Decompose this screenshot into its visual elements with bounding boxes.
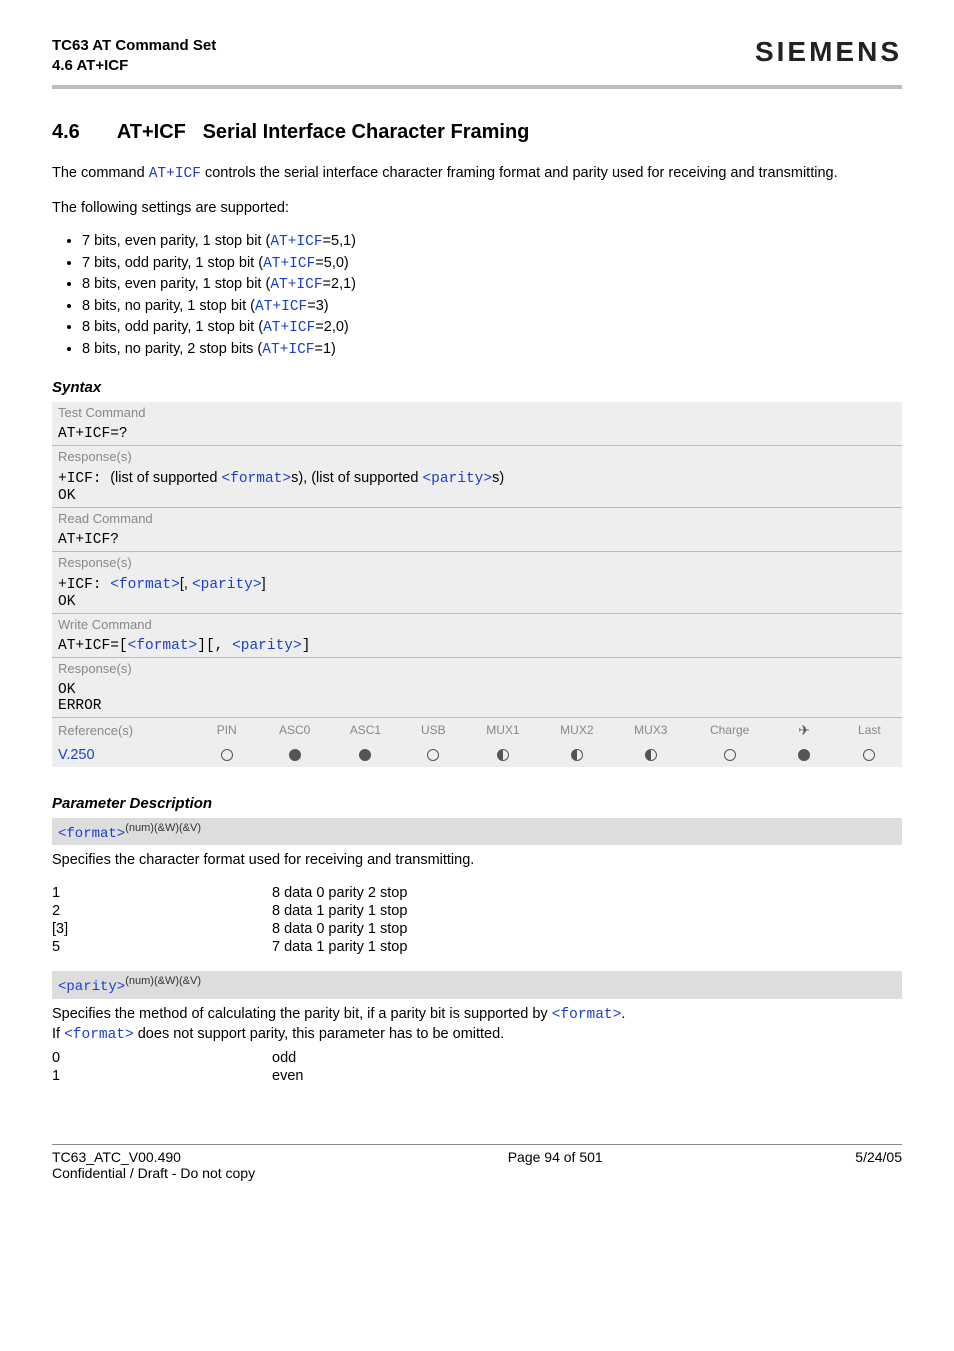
syntax-table: Test Command AT+ICF=? Response(s) +ICF: … — [52, 402, 902, 767]
supported-intro: The following settings are supported: — [52, 199, 902, 219]
list-item: 8 bits, odd parity, 1 stop bit (AT+ICF=2… — [82, 318, 902, 339]
doc-title: TC63 AT Command Set — [52, 36, 216, 56]
param-format-desc: Specifies the character format used for … — [52, 851, 902, 871]
responses-label: Response(s) — [52, 551, 902, 573]
status-full-icon — [330, 743, 401, 767]
list-item: 8 bits, no parity, 2 stop bits (AT+ICF=1… — [82, 340, 902, 361]
status-full-icon — [259, 743, 330, 767]
write-response: OKERROR — [52, 679, 902, 718]
test-command-label: Test Command — [52, 402, 902, 423]
write-command: AT+ICF=[<format>][, <parity>] — [52, 635, 902, 658]
read-response: +ICF: <format>[, <parity>] OK — [52, 573, 902, 614]
footer-page-number: Page 94 of 501 — [508, 1149, 603, 1181]
table-row: 0odd — [52, 1050, 902, 1066]
brand-logo: SIEMENS — [755, 36, 902, 68]
status-half-icon — [540, 743, 614, 767]
param-parity: <parity>(num)(&W)(&V) — [52, 971, 902, 999]
read-command-label: Read Command — [52, 507, 902, 529]
read-command: AT+ICF? — [52, 529, 902, 552]
param-format: <format>(num)(&W)(&V) — [52, 818, 902, 846]
divider — [52, 1144, 902, 1145]
table-row: 1even — [52, 1068, 902, 1084]
plane-icon: ✈ — [772, 717, 837, 743]
status-empty-icon — [688, 743, 772, 767]
footer-confidential: Confidential / Draft - Do not copy — [52, 1165, 255, 1181]
list-item: 8 bits, even parity, 1 stop bit (AT+ICF=… — [82, 275, 902, 296]
settings-list: 7 bits, even parity, 1 stop bit (AT+ICF=… — [52, 232, 902, 360]
cmd-link[interactable]: AT+ICF — [149, 166, 201, 182]
param-desc-heading: Parameter Description — [52, 795, 902, 812]
status-empty-icon — [401, 743, 466, 767]
status-half-icon — [614, 743, 688, 767]
responses-label: Response(s) — [52, 657, 902, 679]
section-command: AT+ICF — [117, 121, 186, 143]
status-empty-icon — [837, 743, 902, 767]
status-half-icon — [466, 743, 540, 767]
test-command: AT+ICF=? — [52, 423, 902, 446]
divider — [52, 85, 902, 89]
doc-subtitle: 4.6 AT+ICF — [52, 56, 216, 76]
list-item: 7 bits, even parity, 1 stop bit (AT+ICF=… — [82, 232, 902, 253]
status-empty-icon — [194, 743, 259, 767]
list-item: 7 bits, odd parity, 1 stop bit (AT+ICF=5… — [82, 254, 902, 275]
page-footer: TC63_ATC_V00.490 Confidential / Draft - … — [52, 1149, 902, 1181]
intro-paragraph: The command AT+ICF controls the serial i… — [52, 164, 902, 185]
footer-version: TC63_ATC_V00.490 — [52, 1149, 255, 1165]
reference-link[interactable]: V.250 — [58, 747, 95, 763]
param-parity-desc: Specifies the method of calculating the … — [52, 1005, 902, 1046]
table-row: 57 data 1 parity 1 stop — [52, 939, 902, 955]
table-row: 18 data 0 parity 2 stop — [52, 885, 902, 901]
page-header: TC63 AT Command Set 4.6 AT+ICF SIEMENS — [52, 36, 902, 75]
references-label: Reference(s) — [52, 717, 194, 743]
table-row: 28 data 1 parity 1 stop — [52, 903, 902, 919]
list-item: 8 bits, no parity, 1 stop bit (AT+ICF=3) — [82, 297, 902, 318]
status-full-icon — [772, 743, 837, 767]
footer-date: 5/24/05 — [855, 1149, 902, 1181]
section-heading: 4.6 AT+ICF Serial Interface Character Fr… — [52, 121, 902, 144]
param-header: <format>(num)(&W)(&V) — [52, 818, 902, 846]
section-name: Serial Interface Character Framing — [203, 121, 530, 143]
test-response: +ICF: (list of supported <format>s), (li… — [52, 467, 902, 508]
responses-label: Response(s) — [52, 445, 902, 467]
param-header: <parity>(num)(&W)(&V) — [52, 971, 902, 999]
syntax-heading: Syntax — [52, 379, 902, 396]
table-row: [3]8 data 0 parity 1 stop — [52, 921, 902, 937]
section-number: 4.6 — [52, 121, 112, 144]
write-command-label: Write Command — [52, 613, 902, 635]
